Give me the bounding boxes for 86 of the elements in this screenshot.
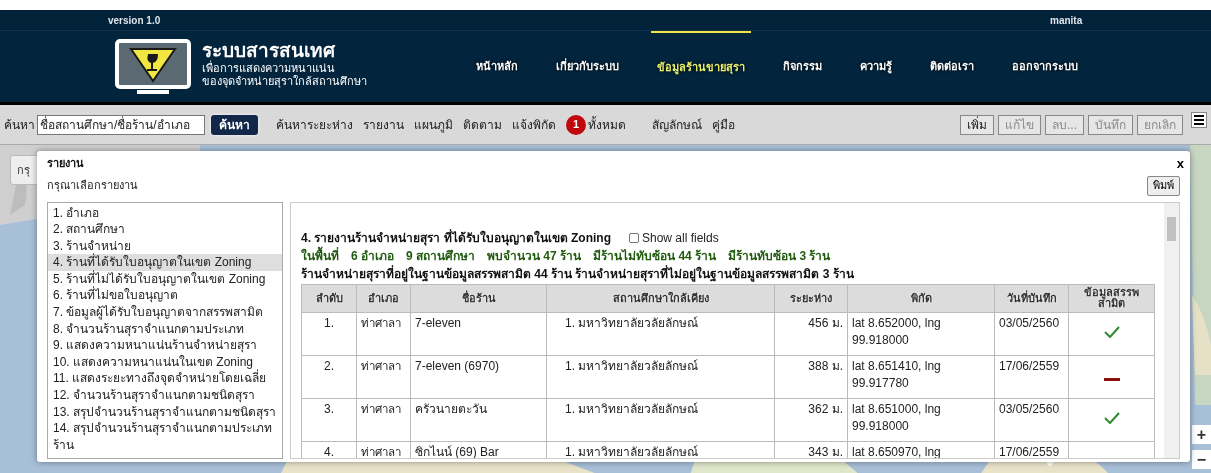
column-header: อำเภอ: [356, 284, 411, 312]
toolbar-link[interactable]: ค้นหาระยะห่าง: [276, 115, 353, 134]
toolbar-link[interactable]: คู่มือ: [712, 115, 735, 134]
toolbar-button[interactable]: เพิ่ม: [960, 114, 994, 135]
table-cell: ท่าศาลา: [356, 312, 411, 355]
search-button[interactable]: ค้นหา: [211, 114, 258, 135]
toolbar-link[interactable]: ติดตาม: [463, 115, 502, 134]
report-item[interactable]: 1. อำเภอ: [48, 204, 282, 222]
report-item[interactable]: 12. จำนวนร้านสุราจำแนกตามชนิดสุรา: [48, 387, 282, 404]
table-cell: 03/05/2560: [994, 312, 1069, 355]
table-cell: lat 8.651000, lng 99.918000: [847, 398, 995, 441]
table-cell: 456 ม.: [774, 312, 848, 355]
report-item[interactable]: 10. แสดงความหนาแน่นในเขต Zoning: [48, 353, 282, 371]
report-heading: 4. รายงานร้านจำหน่ายสุรา ที่ได้รับใบอนุญาตในเขต Zoning: [301, 228, 611, 246]
table-cell: lat 8.652000, lng 99.918000: [847, 312, 995, 355]
table-cell: 388 ม.: [774, 355, 848, 398]
nav-link[interactable]: กิจกรรม: [777, 31, 828, 102]
nav-link[interactable]: ข้อมูลร้านขายสุรา: [651, 31, 751, 102]
toolbar-link[interactable]: ทั้งหมด: [588, 115, 626, 134]
table-cell: 2.: [301, 355, 357, 398]
report-item[interactable]: 13. สรุปจำนวนร้านสุราจำแนกตามชนิดสุรา: [48, 403, 282, 421]
report-item[interactable]: 2. สถานศึกษา: [48, 221, 282, 238]
summary-text: ร้านจำหน่ายสุราที่อยู่ในฐานข้อมูลสรรพสามิต 44 ร้าน ร้านจำหน่ายสุราที่ไม่อยู่ในฐานข้อมูลสรรพสามิต 3 ร้าน: [301, 264, 855, 283]
summary-text: มีร้านไม่ทับซ้อน 44 ร้าน: [593, 247, 717, 265]
system-subtitle: ของจุดจำหน่ายสุราใกล้สถานศึกษา: [202, 76, 367, 87]
report-item[interactable]: 14. สรุปจำนวนร้านสุราจำแนกตามประเภทร้าน: [48, 420, 282, 454]
nav-link[interactable]: ออกจากระบบ: [1006, 31, 1084, 102]
summary-text: ในพื้นที่: [301, 246, 339, 265]
report-item[interactable]: 7. ข้อมูลผู้ได้รับใบอนุญาตจากสรรพสามิต: [48, 304, 282, 321]
nav-link[interactable]: ความรู้: [854, 31, 898, 102]
column-header: วันที่บันทึก: [994, 284, 1069, 312]
count-badge: 1: [566, 114, 586, 135]
table-cell: lat 8.651410, lng 99.917780: [847, 355, 995, 398]
column-header: ชื่อร้าน: [410, 284, 547, 312]
summary-text: พบจำนวน 47 ร้าน: [487, 247, 582, 265]
system-title: ระบบสารสนเทศ: [202, 41, 337, 60]
report-item[interactable]: 6. ร้านที่ไม่ขอใบอนุญาต: [48, 287, 282, 305]
table-cell: 362 ม.: [774, 398, 848, 441]
search-label: ค้นหา: [4, 116, 35, 134]
close-button[interactable]: x: [1176, 156, 1184, 170]
column-header: ข้อมูลสรรพสามิต: [1068, 284, 1155, 312]
nav-link[interactable]: ติดต่อเรา: [924, 31, 980, 102]
table-cell: 4.: [301, 441, 357, 458]
dialog-title: รายงาน: [47, 156, 84, 171]
table-cell: 1. มหาวิทยาลัยวลัยลักษณ์: [546, 312, 775, 355]
toolbar-link[interactable]: รายงาน: [363, 115, 404, 134]
toolbar-link[interactable]: แผนภูมิ: [414, 115, 453, 134]
table-cell: 1.: [301, 312, 357, 355]
scrollbar[interactable]: [1164, 202, 1179, 458]
table-cell: 1. มหาวิทยาลัยวลัยลักษณ์: [546, 355, 775, 398]
column-header: พิกัด: [847, 284, 995, 312]
table-cell: 7-eleven (6970): [410, 355, 547, 398]
summary-text: 6 อำเภอ: [351, 247, 394, 265]
dialog-prompt: กรุณาเลือกรายงาน: [47, 178, 138, 194]
column-header: สถานศึกษาใกล้เคียง: [546, 284, 775, 312]
table-cell: 03/05/2560: [994, 398, 1069, 441]
show-all-checkbox[interactable]: [629, 232, 639, 243]
table-cell: ท่าศาลา: [356, 355, 411, 398]
summary-text: มีร้านทับซ้อน 3 ร้าน: [728, 247, 831, 265]
print-button[interactable]: พิมพ์: [1147, 175, 1180, 196]
search-field[interactable]: ชื่อสถานศึกษา/ชื่อร้าน/อำเภอ: [37, 114, 205, 135]
table-cell: 1. มหาวิทยาลัยวลัยลักษณ์: [546, 398, 775, 441]
table-cell: 3.: [301, 398, 357, 441]
report-item[interactable]: 5. ร้านที่ไม่ได้รับใบอนุญาตในเขต Zoning: [48, 270, 282, 288]
menu-icon[interactable]: [1191, 111, 1207, 128]
user-name: manita: [1050, 13, 1083, 28]
report-item[interactable]: 9. แสดงความหนาแน่นร้านจำหน่ายสุรา: [48, 337, 282, 354]
column-header: ลำดับ: [301, 284, 357, 312]
table-cell: 17/06/2559: [994, 355, 1069, 398]
zoom-button[interactable]: +: [1192, 425, 1211, 444]
nav-link[interactable]: หน้าหลัก: [470, 31, 524, 102]
version-label: version 1.0: [108, 13, 161, 28]
report-item[interactable]: 11. แสดงระยะทางถึงจุดจำหน่ายโดยเฉลี่ย: [48, 370, 282, 388]
summary-text: 9 สถานศึกษา: [406, 247, 476, 265]
zoom-button[interactable]: −: [1192, 450, 1211, 469]
nav-link[interactable]: เกี่ยวกับระบบ: [550, 31, 625, 102]
column-header: ระยะห่าง: [774, 284, 848, 312]
report-item[interactable]: 4. ร้านที่ได้รับใบอนุญาตในเขต Zoning: [48, 254, 282, 271]
toolbar-link[interactable]: แจ้งพิกัด: [512, 115, 556, 134]
table-cell: 7-eleven: [410, 312, 547, 355]
report-item[interactable]: 8. จำนวนร้านสุราจำแนกตามประเภท: [48, 320, 282, 338]
table-cell: ครัวนายตะวัน: [410, 398, 547, 441]
report-item[interactable]: 3. ร้านจำหน่าย: [48, 237, 282, 255]
table-cell: ท่าศาลา: [356, 398, 411, 441]
toolbar-link[interactable]: สัญลักษณ์: [652, 115, 702, 134]
checkbox-label: Show all fields: [642, 229, 719, 247]
